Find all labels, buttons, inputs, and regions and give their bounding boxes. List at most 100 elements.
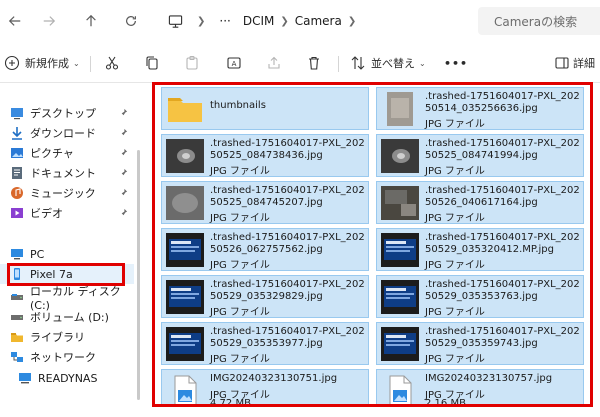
details-button-label: 詳細 <box>573 57 595 70</box>
file-tile[interactable]: IMG20240323130757.jpg JPG ファイル 2.16 MB <box>376 369 584 404</box>
file-tile[interactable]: .trashed-1751604017-PXL_20250525_0847452… <box>161 181 369 224</box>
drive-icon <box>10 310 24 324</box>
delete-button[interactable] <box>306 50 322 76</box>
file-tile[interactable]: .trashed-1751604017-PXL_20250514_0352566… <box>376 87 584 130</box>
sidebar-item-label: ネットワーク <box>30 351 96 364</box>
refresh-button[interactable] <box>118 8 144 34</box>
file-tile[interactable]: .trashed-1751604017-PXL_20250526_0627575… <box>161 228 369 271</box>
address-bar-row: ❯ ··· DCIM ❯ Camera ❯ Cameraの検索 <box>0 0 600 42</box>
file-name: IMG20240323130751.jpg <box>210 373 338 384</box>
sort-button-label: 並べ替え <box>371 57 415 70</box>
folder-icon <box>166 92 204 126</box>
back-button[interactable] <box>2 8 28 34</box>
file-tile[interactable]: .trashed-1751604017-PXL_20250529_0353537… <box>376 275 584 318</box>
sidebar-item-label: ピクチャ <box>30 147 74 160</box>
sidebar-item-desktop[interactable]: デスクトップ <box>0 103 134 123</box>
scissors-icon <box>104 55 120 71</box>
arrow-right-icon <box>43 16 56 26</box>
trash-icon <box>306 55 322 71</box>
pin-icon <box>119 188 128 197</box>
new-button[interactable]: 新規作成 ⌄ <box>4 50 80 76</box>
file-type: JPG ファイル <box>210 260 270 271</box>
disk-icon <box>10 290 24 304</box>
file-tile[interactable]: .trashed-1751604017-PXL_20250525_0847384… <box>161 134 369 177</box>
sidebar-item-network[interactable]: ネットワーク <box>0 347 134 367</box>
chevron-down-icon: ⌄ <box>419 58 426 68</box>
file-name: .trashed-1751604017-PXL_20250529_0353597… <box>425 326 580 349</box>
file-tile[interactable]: .trashed-1751604017-PXL_20250529_0353539… <box>161 322 369 365</box>
file-name: .trashed-1751604017-PXL_20250529_0353537… <box>425 279 580 302</box>
music-icon <box>10 186 24 200</box>
toolbar-divider <box>90 56 91 72</box>
photo-thumbnail <box>381 233 419 267</box>
file-name: .trashed-1751604017-PXL_20250529_0353298… <box>210 279 365 302</box>
sidebar-item-local-disk-c[interactable]: ローカル ディスク (C:) <box>0 285 134 312</box>
file-name: .trashed-1751604017-PXL_20250526_0406171… <box>425 185 580 208</box>
share-button[interactable] <box>266 50 282 76</box>
sidebar-scrollbar[interactable] <box>137 150 140 400</box>
image-file-icon <box>166 374 204 404</box>
photo-thumbnail <box>166 139 204 173</box>
paste-button[interactable] <box>184 50 200 76</box>
photo-thumbnail <box>166 327 204 361</box>
breadcrumb-dcim[interactable]: DCIM <box>243 14 275 28</box>
chevron-right-icon: ❯ <box>347 15 357 27</box>
sidebar-item-downloads[interactable]: ダウンロード <box>0 123 134 143</box>
sidebar-item-label: ダウンロード <box>30 127 96 140</box>
rename-button[interactable]: A <box>226 50 242 76</box>
file-tile[interactable]: .trashed-1751604017-PXL_20250525_0847419… <box>376 134 584 177</box>
sidebar-item-label: ボリューム (D:) <box>30 311 109 324</box>
pin-icon <box>119 128 128 137</box>
sidebar-item-pictures[interactable]: ピクチャ <box>0 143 134 163</box>
file-tile[interactable]: .trashed-1751604017-PXL_20250526_0406171… <box>376 181 584 224</box>
file-grid: thumbnails .trashed-1751604017-PXL_202505… <box>152 82 593 407</box>
file-name: .trashed-1751604017-PXL_20250514_0352566… <box>425 91 580 114</box>
search-input[interactable]: Cameraの検索 <box>478 7 600 35</box>
sort-icon <box>350 55 366 71</box>
share-icon <box>266 55 282 71</box>
pictures-icon <box>10 146 24 160</box>
file-tile[interactable]: .trashed-1751604017-PXL_20250529_0353298… <box>161 275 369 318</box>
svg-text:A: A <box>232 60 237 68</box>
monitor-icon <box>168 14 183 28</box>
breadcrumb-overflow[interactable]: ··· <box>219 14 230 28</box>
more-options-button[interactable]: ••• <box>444 50 468 76</box>
photo-thumbnail <box>381 327 419 361</box>
details-button[interactable]: 詳細 <box>554 50 595 76</box>
sidebar-item-volume-d[interactable]: ボリューム (D:) <box>0 307 134 327</box>
address-box[interactable]: ❯ ··· DCIM ❯ Camera ❯ <box>158 6 470 36</box>
details-pane-icon <box>554 55 570 71</box>
copy-button[interactable] <box>144 50 160 76</box>
file-name: .trashed-1751604017-PXL_20250525_0847419… <box>425 138 580 161</box>
pin-icon <box>119 108 128 117</box>
clipboard-icon <box>184 55 200 71</box>
cut-button[interactable] <box>104 50 120 76</box>
sidebar-item-documents[interactable]: ドキュメント <box>0 163 134 183</box>
sidebar-item-pc[interactable]: PC <box>0 244 134 264</box>
sidebar-item-readynas[interactable]: READYNAS <box>0 368 134 388</box>
file-tile[interactable]: .trashed-1751604017-PXL_20250529_0353597… <box>376 322 584 365</box>
navigation-pane: デスクトップ ダウンロード ピクチャ ドキュメント ミュージック ビデオ PC … <box>0 84 140 417</box>
breadcrumb-camera[interactable]: Camera <box>295 14 342 28</box>
sort-button[interactable]: 並べ替え ⌄ <box>350 50 426 76</box>
photo-thumbnail <box>381 186 419 220</box>
highlight-annotation <box>7 263 125 286</box>
file-tile[interactable]: .trashed-1751604017-PXL_20250529_0353204… <box>376 228 584 271</box>
file-type: JPG ファイル <box>425 166 485 177</box>
sidebar-item-label: PC <box>30 247 45 261</box>
sidebar-item-label: READYNAS <box>38 371 98 385</box>
photo-thumbnail <box>166 280 204 314</box>
file-name: thumbnails <box>210 100 266 111</box>
file-size: 4.72 MB <box>210 398 251 407</box>
forward-button[interactable] <box>36 8 62 34</box>
file-tile[interactable]: thumbnails <box>161 87 369 130</box>
sidebar-item-libraries[interactable]: ライブラリ <box>0 327 134 347</box>
file-tile[interactable]: IMG20240323130751.jpg JPG ファイル 4.72 MB <box>161 369 369 407</box>
sidebar-item-music[interactable]: ミュージック <box>0 183 134 203</box>
image-file-icon <box>381 374 419 404</box>
arrow-up-icon <box>86 14 96 27</box>
file-type: JPG ファイル <box>210 354 270 365</box>
sidebar-item-videos[interactable]: ビデオ <box>0 203 134 223</box>
file-type: JPG ファイル <box>425 260 485 271</box>
up-button[interactable] <box>78 8 104 34</box>
